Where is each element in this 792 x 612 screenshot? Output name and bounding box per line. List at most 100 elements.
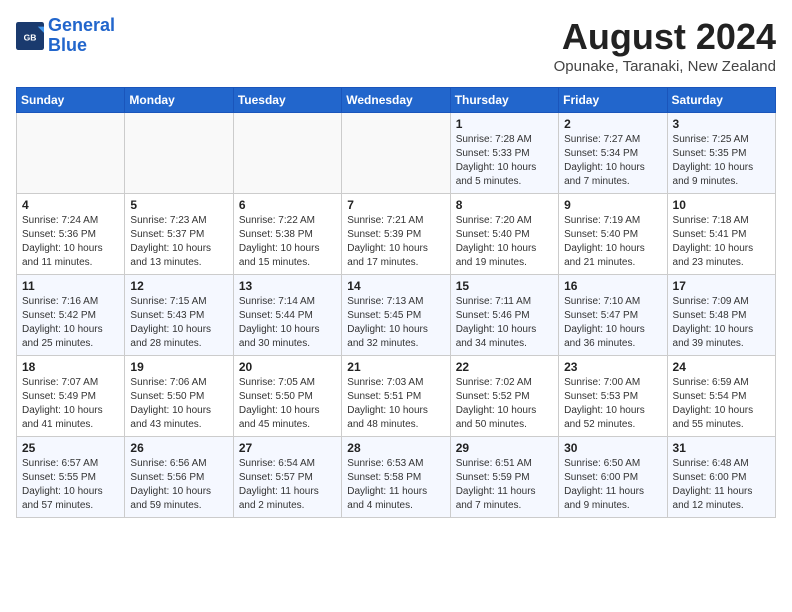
day-number: 19 [130,360,227,374]
page-header: GB General Blue August 2024 Opunake, Tar… [16,16,776,75]
day-info: Sunrise: 7:18 AM Sunset: 5:41 PM Dayligh… [673,214,770,270]
calendar-cell: 18 Sunrise: 7:07 AM Sunset: 5:49 PM Dayli… [17,356,125,437]
day-number: 3 [673,117,770,131]
location-subtitle: Opunake, Taranaki, New Zealand [554,58,776,75]
day-number: 25 [22,441,119,455]
calendar-cell: 6 Sunrise: 7:22 AM Sunset: 5:38 PM Daylig… [233,194,341,275]
weekday-header-tuesday: Tuesday [233,88,341,113]
day-info: Sunrise: 6:48 AM Sunset: 6:00 PM Dayligh… [673,457,770,513]
calendar-cell: 29Sunrise: 6:51 AM Sunset: 5:59 PM Dayli… [450,437,558,518]
calendar-cell: 16 Sunrise: 7:10 AM Sunset: 5:47 PM Dayli… [559,275,667,356]
calendar-cell: 19 Sunrise: 7:06 AM Sunset: 5:50 PM Dayli… [125,356,233,437]
day-info: Sunrise: 7:20 AM Sunset: 5:40 PM Dayligh… [456,214,553,270]
weekday-header-sunday: Sunday [17,88,125,113]
calendar-cell: 25 Sunrise: 6:57 AM Sunset: 5:55 PM Dayli… [17,437,125,518]
day-info: Sunrise: 7:22 AM Sunset: 5:38 PM Dayligh… [239,214,336,270]
day-number: 9 [564,198,661,212]
day-number: 12 [130,279,227,293]
day-number: 4 [22,198,119,212]
day-info: Sunrise: 6:53 AM Sunset: 5:58 PM Dayligh… [347,457,444,513]
calendar-cell: 4 Sunrise: 7:24 AM Sunset: 5:36 PM Daylig… [17,194,125,275]
day-info: Sunrise: 7:11 AM Sunset: 5:46 PM Dayligh… [456,295,553,351]
weekday-header-saturday: Saturday [667,88,775,113]
day-number: 13 [239,279,336,293]
day-info: Sunrise: 7:19 AM Sunset: 5:40 PM Dayligh… [564,214,661,270]
day-info: Sunrise: 6:57 AM Sunset: 5:55 PM Dayligh… [22,457,119,513]
calendar-cell [342,113,450,194]
day-number: 1 [456,117,553,131]
day-number: 24 [673,360,770,374]
day-number: 22 [456,360,553,374]
main-title: August 2024 [554,16,776,58]
calendar-cell: 24 Sunrise: 6:59 AM Sunset: 5:54 PM Dayli… [667,356,775,437]
day-info: Sunrise: 7:03 AM Sunset: 5:51 PM Dayligh… [347,376,444,432]
calendar-cell: 1 Sunrise: 7:28 AM Sunset: 5:33 PM Daylig… [450,113,558,194]
day-info: Sunrise: 7:24 AM Sunset: 5:36 PM Dayligh… [22,214,119,270]
day-info: Sunrise: 7:23 AM Sunset: 5:37 PM Dayligh… [130,214,227,270]
day-info: Sunrise: 6:56 AM Sunset: 5:56 PM Dayligh… [130,457,227,513]
title-block: August 2024 Opunake, Taranaki, New Zeala… [554,16,776,75]
calendar-cell: 20 Sunrise: 7:05 AM Sunset: 5:50 PM Dayli… [233,356,341,437]
calendar-table: SundayMondayTuesdayWednesdayThursdayFrid… [16,87,776,518]
day-number: 5 [130,198,227,212]
calendar-cell: 17Sunrise: 7:09 AM Sunset: 5:48 PM Dayli… [667,275,775,356]
calendar-cell: 21Sunrise: 7:03 AM Sunset: 5:51 PM Dayli… [342,356,450,437]
logo: GB General Blue [16,16,115,56]
day-info: Sunrise: 7:25 AM Sunset: 5:35 PM Dayligh… [673,133,770,189]
day-info: Sunrise: 7:09 AM Sunset: 5:48 PM Dayligh… [673,295,770,351]
weekday-header-wednesday: Wednesday [342,88,450,113]
day-number: 14 [347,279,444,293]
day-number: 31 [673,441,770,455]
calendar-week-row: 4 Sunrise: 7:24 AM Sunset: 5:36 PM Daylig… [17,194,776,275]
calendar-cell: 13Sunrise: 7:14 AM Sunset: 5:44 PM Dayli… [233,275,341,356]
day-info: Sunrise: 7:16 AM Sunset: 5:42 PM Dayligh… [22,295,119,351]
calendar-cell: 15 Sunrise: 7:11 AM Sunset: 5:46 PM Dayli… [450,275,558,356]
day-info: Sunrise: 7:02 AM Sunset: 5:52 PM Dayligh… [456,376,553,432]
calendar-cell: 30Sunrise: 6:50 AM Sunset: 6:00 PM Dayli… [559,437,667,518]
calendar-cell: 9 Sunrise: 7:19 AM Sunset: 5:40 PM Daylig… [559,194,667,275]
day-number: 20 [239,360,336,374]
calendar-cell [17,113,125,194]
day-number: 2 [564,117,661,131]
day-number: 6 [239,198,336,212]
calendar-week-row: 1 Sunrise: 7:28 AM Sunset: 5:33 PM Daylig… [17,113,776,194]
calendar-cell: 14Sunrise: 7:13 AM Sunset: 5:45 PM Dayli… [342,275,450,356]
day-number: 18 [22,360,119,374]
calendar-cell: 10Sunrise: 7:18 AM Sunset: 5:41 PM Dayli… [667,194,775,275]
calendar-cell: 11 Sunrise: 7:16 AM Sunset: 5:42 PM Dayli… [17,275,125,356]
day-info: Sunrise: 7:15 AM Sunset: 5:43 PM Dayligh… [130,295,227,351]
calendar-cell: 2 Sunrise: 7:27 AM Sunset: 5:34 PM Daylig… [559,113,667,194]
day-info: Sunrise: 6:54 AM Sunset: 5:57 PM Dayligh… [239,457,336,513]
calendar-week-row: 11 Sunrise: 7:16 AM Sunset: 5:42 PM Dayli… [17,275,776,356]
day-info: Sunrise: 7:05 AM Sunset: 5:50 PM Dayligh… [239,376,336,432]
calendar-cell: 27 Sunrise: 6:54 AM Sunset: 5:57 PM Dayli… [233,437,341,518]
day-number: 27 [239,441,336,455]
logo-icon: GB [16,22,44,50]
day-info: Sunrise: 7:00 AM Sunset: 5:53 PM Dayligh… [564,376,661,432]
day-info: Sunrise: 7:21 AM Sunset: 5:39 PM Dayligh… [347,214,444,270]
calendar-cell: 31 Sunrise: 6:48 AM Sunset: 6:00 PM Dayli… [667,437,775,518]
weekday-header-monday: Monday [125,88,233,113]
calendar-cell [233,113,341,194]
calendar-week-row: 18 Sunrise: 7:07 AM Sunset: 5:49 PM Dayli… [17,356,776,437]
calendar-cell: 7 Sunrise: 7:21 AM Sunset: 5:39 PM Daylig… [342,194,450,275]
day-number: 7 [347,198,444,212]
day-info: Sunrise: 7:28 AM Sunset: 5:33 PM Dayligh… [456,133,553,189]
day-info: Sunrise: 6:50 AM Sunset: 6:00 PM Dayligh… [564,457,661,513]
day-info: Sunrise: 7:10 AM Sunset: 5:47 PM Dayligh… [564,295,661,351]
calendar-cell [125,113,233,194]
day-number: 8 [456,198,553,212]
day-number: 16 [564,279,661,293]
calendar-cell: 12 Sunrise: 7:15 AM Sunset: 5:43 PM Dayli… [125,275,233,356]
calendar-cell: 8 Sunrise: 7:20 AM Sunset: 5:40 PM Daylig… [450,194,558,275]
day-number: 29 [456,441,553,455]
day-number: 15 [456,279,553,293]
day-number: 11 [22,279,119,293]
day-info: Sunrise: 7:07 AM Sunset: 5:49 PM Dayligh… [22,376,119,432]
day-info: Sunrise: 6:59 AM Sunset: 5:54 PM Dayligh… [673,376,770,432]
calendar-cell: 22 Sunrise: 7:02 AM Sunset: 5:52 PM Dayli… [450,356,558,437]
day-info: Sunrise: 7:06 AM Sunset: 5:50 PM Dayligh… [130,376,227,432]
calendar-header-row: SundayMondayTuesdayWednesdayThursdayFrid… [17,88,776,113]
calendar-week-row: 25 Sunrise: 6:57 AM Sunset: 5:55 PM Dayli… [17,437,776,518]
day-info: Sunrise: 7:27 AM Sunset: 5:34 PM Dayligh… [564,133,661,189]
